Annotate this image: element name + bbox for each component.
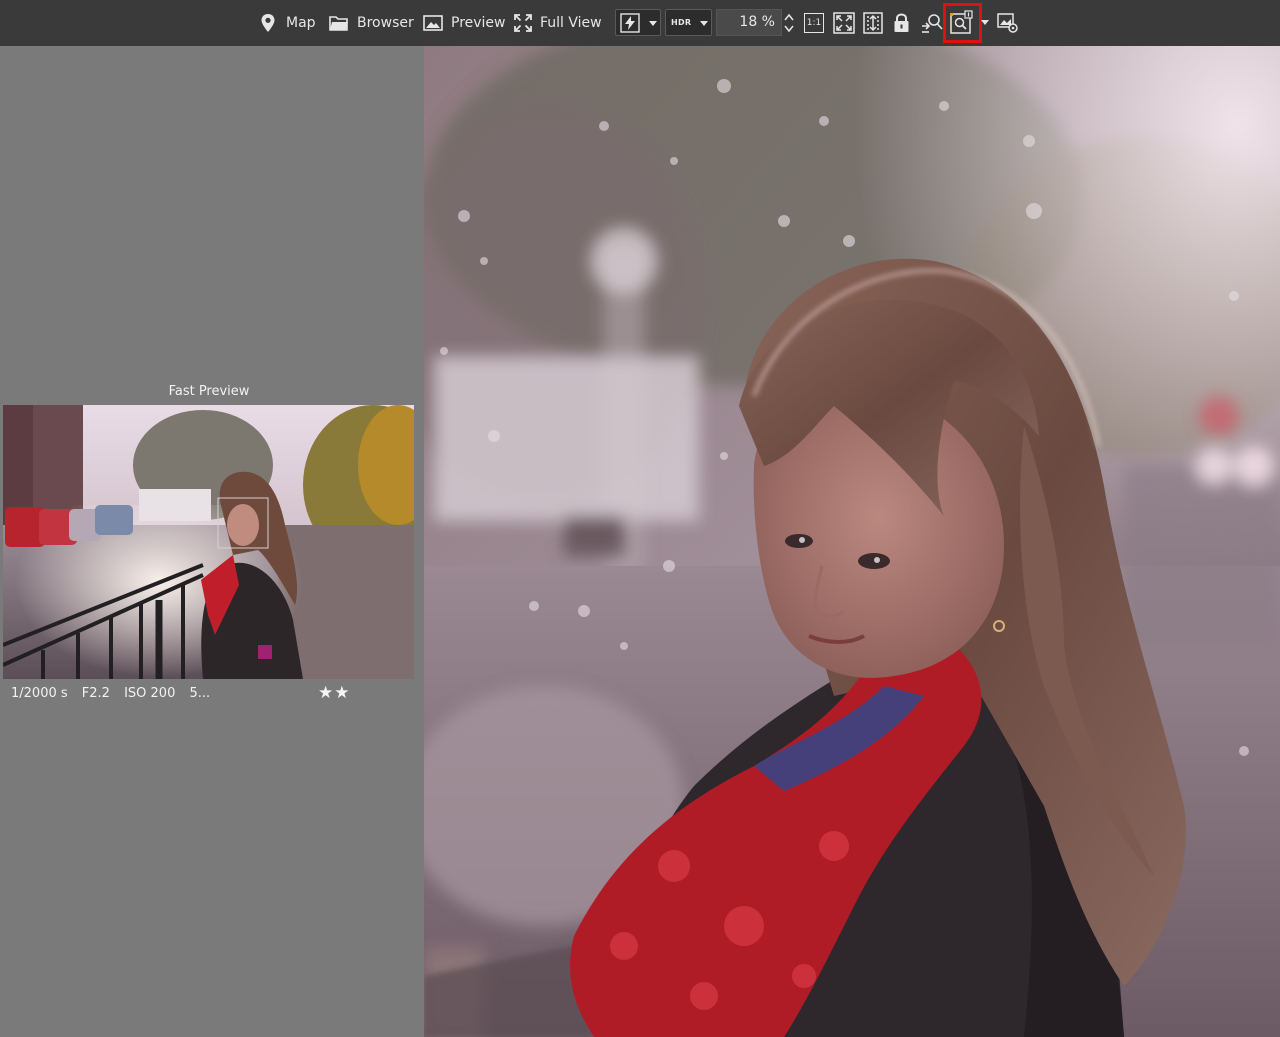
fit-height-icon bbox=[863, 12, 883, 34]
zoom-tool-button[interactable] bbox=[921, 0, 943, 46]
image-settings-button[interactable] bbox=[997, 0, 1019, 46]
full-view-button[interactable]: Full View bbox=[514, 0, 602, 46]
chevron-down-icon bbox=[649, 21, 657, 26]
main-image-preview[interactable] bbox=[424, 46, 1280, 1037]
folder-icon bbox=[329, 15, 349, 32]
toolbar: Map Browser Preview Full View HDR 18 % 1… bbox=[0, 0, 1280, 46]
zoom-input[interactable]: 18 % bbox=[716, 9, 782, 36]
zoom-fit-button[interactable] bbox=[833, 0, 855, 46]
iso: ISO 200 bbox=[124, 686, 176, 701]
map-label: Map bbox=[286, 15, 316, 31]
zoom-tool-icon bbox=[921, 12, 943, 34]
hdr-label: HDR bbox=[671, 18, 692, 27]
zoom-fit-icon bbox=[833, 12, 855, 34]
lock-icon bbox=[893, 13, 910, 33]
fast-preview-title: Fast Preview bbox=[168, 384, 250, 399]
aperture: F2.2 bbox=[81, 686, 110, 701]
preview-label: Preview bbox=[451, 15, 506, 31]
fullscreen-icon bbox=[514, 14, 532, 32]
fast-preview-thumbnail[interactable] bbox=[3, 405, 414, 679]
preview-button[interactable]: Preview bbox=[423, 0, 506, 46]
star-rating[interactable]: ★★ bbox=[318, 683, 350, 703]
one-to-one-label: 1:1 bbox=[806, 18, 822, 28]
chevron-down-icon bbox=[700, 21, 708, 26]
fit-height-button[interactable] bbox=[863, 0, 883, 46]
full-view-label: Full View bbox=[540, 15, 602, 31]
browser-label: Browser bbox=[357, 15, 414, 31]
map-pin-icon bbox=[260, 13, 276, 33]
map-button[interactable]: Map bbox=[260, 0, 316, 46]
hdr-dropdown[interactable]: HDR bbox=[665, 9, 712, 36]
lock-zoom-button[interactable] bbox=[893, 0, 910, 46]
shutter-speed: 1/2000 s bbox=[11, 686, 68, 701]
fast-preview-highlight bbox=[943, 3, 982, 43]
enhance-dropdown[interactable] bbox=[615, 9, 661, 36]
flash-icon bbox=[620, 13, 640, 37]
exif-more: 5... bbox=[189, 686, 211, 701]
zoom-stepper[interactable] bbox=[784, 11, 794, 35]
chevron-down-icon[interactable] bbox=[981, 20, 989, 25]
exif-info: 1/2000 s F2.2 ISO 200 5... bbox=[11, 686, 220, 701]
image-settings-icon bbox=[997, 12, 1019, 34]
zoom-1-1-button[interactable]: 1:1 bbox=[804, 0, 824, 46]
left-panel: Fast Preview 1/2000 s F2.2 ISO 200 5... … bbox=[0, 46, 424, 1037]
browser-button[interactable]: Browser bbox=[329, 0, 414, 46]
image-icon bbox=[423, 15, 443, 31]
